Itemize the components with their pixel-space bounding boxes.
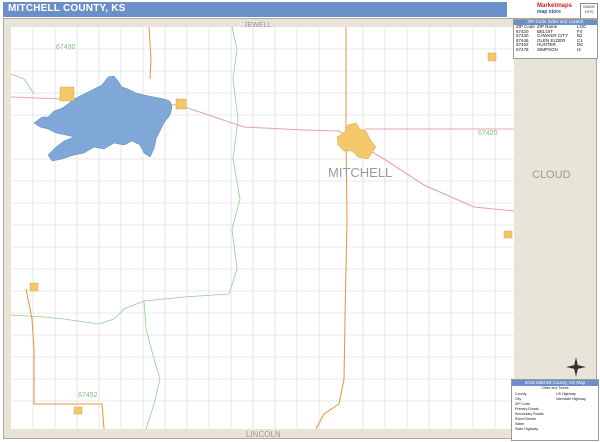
publisher-logo: Marketmaps map store xyxy=(537,3,577,19)
zip-legend: ZIP Code Index and Locator ZIP Code ZIP … xyxy=(513,19,598,59)
key-item: ZIP Code xyxy=(515,402,531,406)
city-beloit xyxy=(336,122,377,160)
city-north-east xyxy=(487,52,497,62)
map-frame: MITCHELL COUNTY, KS Marketmaps map store… xyxy=(0,0,600,442)
city-hunter xyxy=(29,282,39,292)
legend-row: 67478 SIMPSON I4 xyxy=(516,46,581,52)
label-lincoln: LINCOLN xyxy=(246,430,281,438)
key-item: River/Stream xyxy=(515,417,536,421)
road-grid xyxy=(11,27,514,429)
city-south xyxy=(73,406,83,415)
map-svg: MITCHELL JEWELL LINCOLN CLOUD 67430 6742… xyxy=(4,19,596,438)
county-label: MITCHELL xyxy=(328,165,392,180)
zip-boundaries xyxy=(10,26,241,430)
key-item: Interstate Highway xyxy=(556,397,586,401)
key-item: City xyxy=(515,397,522,401)
outside-north xyxy=(4,19,596,27)
city-simpson xyxy=(503,230,513,239)
outside-south xyxy=(4,429,596,438)
key-subheader: Cities and Towns xyxy=(541,386,569,390)
map-key: 2015 Mitchell County, KS Map Cities and … xyxy=(511,379,599,441)
map-area[interactable]: MITCHELL JEWELL LINCOLN CLOUD 67430 6742… xyxy=(3,18,597,439)
city-cawker xyxy=(59,86,75,102)
key-item: County xyxy=(515,392,527,396)
compass-rose-icon xyxy=(566,357,586,377)
zip-label-2: 67420 xyxy=(478,130,498,137)
key-item: Secondary Roads xyxy=(515,412,544,416)
zip-label-1: 67430 xyxy=(56,44,76,51)
key-item: State Highway xyxy=(515,427,539,431)
label-cloud: CLOUD xyxy=(532,169,571,181)
logo-line2: map store xyxy=(537,9,561,15)
label-jewell: JEWELL xyxy=(244,22,271,29)
key-item: Primary Roads xyxy=(515,407,539,411)
page-title: MITCHELL COUNTY, KS xyxy=(8,3,126,14)
title-bar: MITCHELL COUNTY, KS xyxy=(3,2,507,17)
zip-label-3: 67452 xyxy=(78,392,98,399)
outside-west xyxy=(4,19,11,438)
city-glen-elder xyxy=(175,98,187,110)
key-item: Water xyxy=(515,422,525,426)
key-item: US Highway xyxy=(556,392,576,396)
since-badge: SINCE 1970 xyxy=(580,3,598,19)
